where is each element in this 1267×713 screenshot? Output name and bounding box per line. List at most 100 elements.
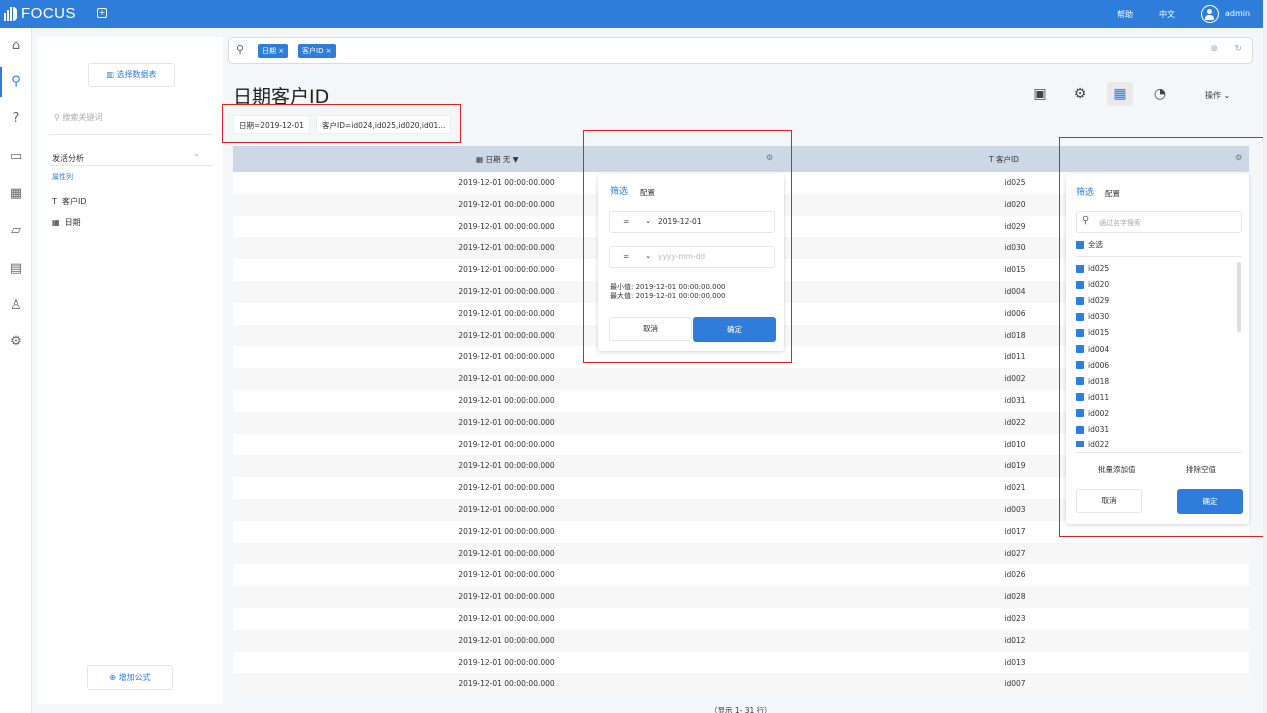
id-cell: id020 [1004,199,1026,209]
table-row[interactable]: 2019-12-01 00:00:00.000 id012 [233,629,1249,652]
date-cell: 2019-12-01 00:00:00.000 [458,504,555,514]
date-cell: 2019-12-01 00:00:00.000 [458,592,555,602]
focus-logo[interactable]: FOCUS [4,5,76,22]
home-icon[interactable]: ⌂ [8,38,24,54]
language-switch[interactable]: 中文 [1159,9,1175,20]
id-cell: id021 [1004,483,1026,493]
add-formula-button[interactable]: ⊕ 增加公式 [87,665,173,690]
clipboard-icon[interactable]: ▣ [1031,85,1049,103]
keyword-search-input[interactable]: ⚲ 搜索关键词 [49,109,213,135]
id-checkbox-item[interactable]: id020 [1076,280,1109,289]
table-row[interactable]: 2019-12-01 00:00:00.000 id027 [233,542,1249,565]
id-checkbox-item[interactable]: id002 [1076,409,1109,418]
select-table-button[interactable]: ▥ 选择数据表 [88,63,175,87]
refresh-icon[interactable]: ↻ [1234,44,1242,54]
dashboard-icon[interactable]: ▭ [8,149,24,165]
id-cell: id006 [1004,308,1026,318]
date-value-input[interactable]: yyyy-mm-dd [658,252,705,261]
date-header-label: 日期 无 ▼ [485,155,519,164]
table-row[interactable]: 2019-12-01 00:00:00.000 id007 [233,673,1249,696]
field-label: 日期 [64,218,81,227]
help-icon[interactable]: ? [8,111,24,127]
search-chip-customer-id[interactable]: 客户ID × [298,44,336,58]
gear-icon[interactable]: ⚙ [1071,85,1089,103]
data-settings-icon[interactable]: ▤ [8,261,24,277]
select-all-checkbox[interactable]: 全选 [1076,239,1103,250]
search-chip-date[interactable]: 日期 × [258,44,289,58]
page-scrollbar[interactable] [1263,0,1267,713]
cancel-button[interactable]: 取消 [609,317,692,341]
operator-select[interactable]: = [623,217,629,226]
table-row[interactable]: 2019-12-01 00:00:00.000 id026 [233,564,1249,587]
name-search-input[interactable]: ⚲ 通过名字搜索 [1076,211,1242,233]
date-condition-1[interactable]: = ⌄ 2019-12-01 [609,211,775,233]
date-cell: 2019-12-01 00:00:00.000 [458,548,555,558]
clear-icon[interactable]: ⊗ [1210,44,1218,54]
filter-tag-date[interactable]: 日期=2019-12-01 [233,115,310,134]
date-cell: 2019-12-01 00:00:00.000 [458,439,555,449]
cancel-button[interactable]: 取消 [1076,489,1142,513]
user-icon[interactable]: ♙ [8,298,24,314]
add-tab-button[interactable]: + [97,8,107,18]
bulk-add-button[interactable]: 批量添加值 [1098,464,1136,475]
date-cell: 2019-12-01 00:00:00.000 [458,679,555,689]
confirm-button[interactable]: 确定 [693,317,776,342]
search-nav-icon[interactable]: ⚲ [8,74,24,90]
date-value-input[interactable]: 2019-12-01 [658,217,702,226]
operator-select[interactable]: = [623,252,629,261]
folder-icon[interactable]: ▱ [8,223,24,239]
id-checkbox-item[interactable]: id022 [1076,441,1109,448]
filter-tag-customer-id[interactable]: 客户ID=id024,id025,id020,id01... [316,115,452,134]
chart-icon: ▥ [106,70,117,79]
id-checkbox-item[interactable]: id031 [1076,425,1109,434]
id-column-header[interactable]: T 客户ID [989,154,1019,165]
id-cell: id027 [1004,548,1026,558]
field-date[interactable]: ▦ 日期 [52,217,81,228]
search-bar[interactable]: ⚲ 日期 × 客户ID × ⊗ ↻ [228,37,1253,64]
id-checkbox-label: id002 [1088,408,1110,418]
list-scrollbar[interactable] [1237,262,1241,332]
keyword-placeholder: 搜索关键词 [62,113,103,122]
id-cell: id018 [1004,330,1026,340]
table-row[interactable]: 2019-12-01 00:00:00.000 id023 [233,607,1249,630]
user-avatar-icon[interactable] [1201,5,1219,23]
id-checkbox-item[interactable]: id030 [1076,312,1109,321]
id-checkbox-item[interactable]: id029 [1076,296,1109,305]
field-customer-id[interactable]: T 客户ID [52,196,87,207]
confirm-button[interactable]: 确定 [1177,489,1243,514]
pie-chart-icon[interactable]: ◔ [1151,85,1169,103]
config-tab[interactable]: 配置 [640,187,655,198]
table-icon[interactable]: ▦ [8,186,24,202]
date-cell: 2019-12-01 00:00:00.000 [458,570,555,580]
date-condition-2[interactable]: = ⌄ yyyy-mm-dd [609,246,775,268]
id-checkbox-item[interactable]: id006 [1076,361,1109,370]
help-link[interactable]: 帮助 [1117,9,1133,20]
id-checkbox-item[interactable]: id018 [1076,377,1109,386]
id-checkbox-item[interactable]: id004 [1076,345,1109,354]
section-divider [52,165,212,166]
username[interactable]: admin [1225,9,1250,18]
table-row[interactable]: 2019-12-01 00:00:00.000 id028 [233,586,1249,608]
filter-tab[interactable]: 筛选 [1076,185,1094,198]
operate-menu[interactable]: 操作 ⌄ [1205,90,1230,101]
exclude-null-button[interactable]: 排除空值 [1186,464,1216,475]
id-checkbox-item[interactable]: id015 [1076,328,1109,337]
checkbox-checked-icon [1076,441,1084,448]
id-checkbox-label: id015 [1088,328,1110,338]
filter-tab[interactable]: 筛选 [610,184,628,197]
table-view-icon[interactable]: ▦ [1107,82,1133,106]
id-checkbox-item[interactable]: id025 [1076,264,1109,273]
table-row[interactable]: 2019-12-01 00:00:00.000 id013 [233,651,1249,674]
id-cell: id012 [1004,635,1026,645]
id-checkbox-label: id006 [1088,360,1110,370]
id-checkbox-item[interactable]: id011 [1076,393,1109,402]
date-column-header[interactable]: ▦ 日期 无 ▼ [476,154,519,165]
config-tab[interactable]: 配置 [1105,188,1120,199]
date-type-icon: ▦ [52,218,63,227]
section-header[interactable]: 发活分析 ⌃ [52,153,212,164]
collapse-caret-icon[interactable]: ⌃ [193,153,200,162]
operate-label: 操作 [1205,91,1221,100]
settings-icon[interactable]: ⚙ [8,334,24,350]
id-cell: id029 [1004,221,1026,231]
id-checkbox-label: id025 [1088,264,1110,273]
